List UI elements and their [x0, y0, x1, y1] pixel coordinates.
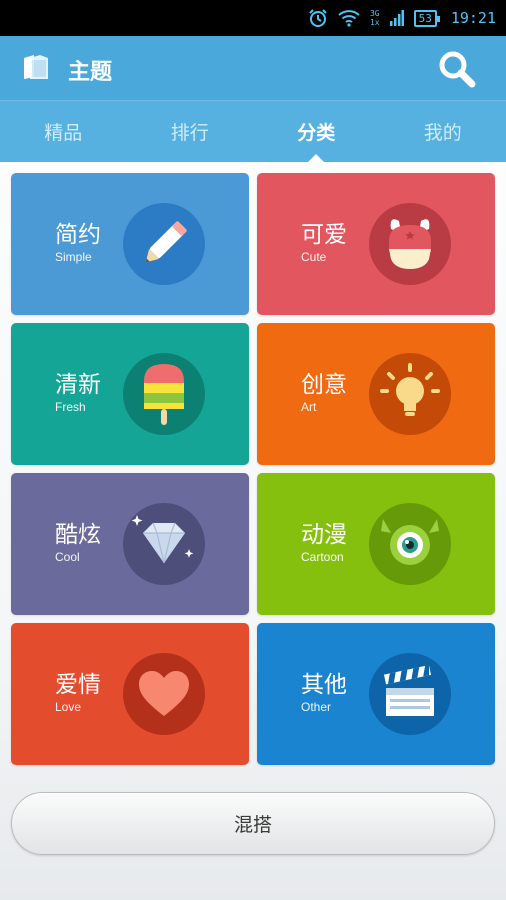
category-name: 清新: [55, 372, 101, 398]
network-type-bottom: 1x: [369, 18, 380, 27]
mix-button-label: 混搭: [233, 814, 272, 836]
tab-bar: 精品 排行 分类 我的: [0, 100, 506, 163]
category-subtitle: Art: [301, 400, 317, 414]
category-subtitle: Cartoon: [301, 550, 344, 564]
category-name: 可爱: [301, 222, 347, 248]
alarm-icon: [308, 8, 328, 28]
category-name: 简约: [55, 222, 101, 248]
tab-ranking[interactable]: 排行: [127, 101, 254, 162]
category-grid: 简约 Simple 可爱 Cute 清新 Fresh 创意 Art 酷炫 Coo…: [11, 173, 495, 765]
category-name: 酷炫: [55, 522, 101, 548]
category-subtitle: Fresh: [55, 400, 86, 414]
category-card-cute[interactable]: 可爱 Cute: [257, 173, 495, 315]
category-card-art[interactable]: 创意 Art: [257, 323, 495, 465]
category-subtitle: Love: [55, 700, 82, 714]
popsicle-icon: [123, 353, 205, 435]
category-card-other[interactable]: 其他 Other: [257, 623, 495, 765]
category-name: 动漫: [301, 522, 347, 548]
status-bar: 3G 1x 53 19:21: [0, 0, 506, 36]
search-icon[interactable]: [438, 50, 476, 88]
tab-label: 分类: [297, 122, 336, 144]
theme-book-icon: [20, 52, 50, 82]
clock: 19:21: [450, 9, 496, 27]
signal-icon: [389, 9, 404, 27]
pencil-icon: [123, 203, 205, 285]
category-subtitle: Other: [301, 700, 332, 714]
network-type-top: 3G: [369, 9, 380, 18]
battery-icon: 53: [413, 9, 441, 27]
category-card-fresh[interactable]: 清新 Fresh: [11, 323, 249, 465]
heart-icon: [123, 653, 205, 735]
clapperboard-icon: [369, 653, 451, 735]
category-name: 爱情: [55, 672, 101, 698]
page-title: 主题: [68, 60, 113, 85]
diamond-icon: [123, 503, 205, 585]
monster-eye-icon: [369, 503, 451, 585]
tab-categories[interactable]: 分类: [253, 101, 380, 163]
category-card-cartoon[interactable]: 动漫 Cartoon: [257, 473, 495, 615]
wifi-icon: [338, 9, 360, 27]
category-name: 创意: [301, 372, 347, 398]
tab-featured[interactable]: 精品: [0, 101, 127, 162]
lightbulb-icon: [369, 353, 451, 435]
category-name: 其他: [301, 672, 347, 698]
bunny-icon: [369, 203, 451, 285]
category-card-simple[interactable]: 简约 Simple: [11, 173, 249, 315]
app-header: 主题: [0, 36, 506, 100]
tab-label: 我的: [423, 122, 462, 144]
category-subtitle: Cute: [301, 250, 327, 264]
tab-label: 精品: [44, 122, 83, 144]
signal-indicator: 3G 1x: [370, 9, 380, 27]
mix-button[interactable]: 混搭: [11, 792, 495, 855]
category-subtitle: Simple: [55, 250, 92, 264]
category-card-love[interactable]: 爱情 Love: [11, 623, 249, 765]
category-subtitle: Cool: [55, 550, 80, 564]
tab-label: 排行: [170, 122, 209, 144]
category-card-cool[interactable]: 酷炫 Cool: [11, 473, 249, 615]
tab-mine[interactable]: 我的: [380, 101, 506, 162]
